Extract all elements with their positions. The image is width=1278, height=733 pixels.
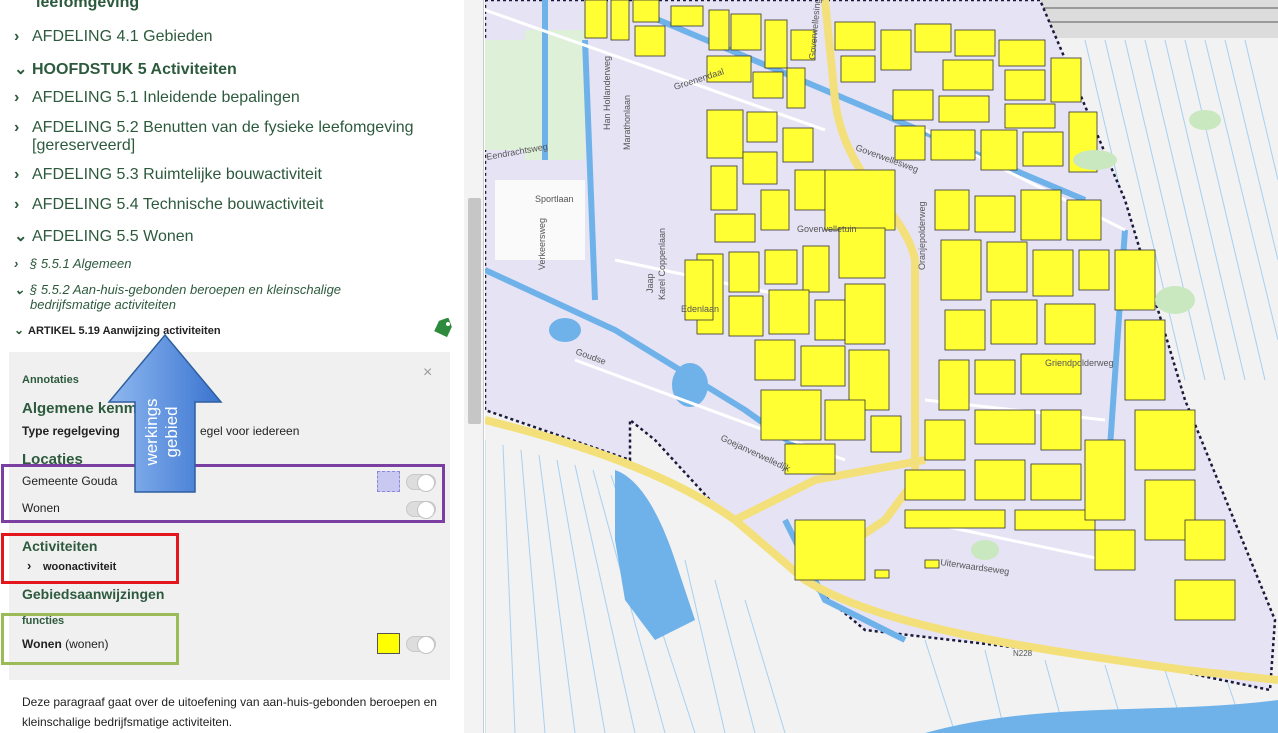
tree-item-label-cont: bedrijfsmatige activiteiten [30,297,176,312]
regulation-panel: leefomgeving › AFDELING 4.1 Gebieden ⌄ HOO… [0,0,484,733]
map-label: Han Hollanderweg [602,56,612,130]
map-label: N228 [1013,649,1033,658]
functions-highlight [1,613,179,665]
close-icon[interactable]: × [423,364,432,382]
tree-item-afdeling-5-4[interactable]: › AFDELING 5.4 Technische bouwactiviteit [14,196,323,214]
app: leefomgeving › AFDELING 4.1 Gebieden ⌄ HOO… [0,0,1278,733]
tree-item-afdeling-5-1[interactable]: › AFDELING 5.1 Inleidende bepalingen [14,89,300,107]
map-label: Griendpolderweg [1045,358,1114,368]
chevron-down-icon: ⌄ [14,282,25,297]
tree-item-afdeling-4-1[interactable]: › AFDELING 4.1 Gebieden [14,28,213,46]
paragraph-line: Deze paragraaf gaat over de uitoefening … [22,695,437,709]
annotations-title: Annotaties [22,374,79,386]
map-label: Goverwelletuin [797,224,857,234]
chevron-down-icon: ⌄ [14,61,28,78]
map-label: Jaap [645,273,655,293]
scrollbar-thumb[interactable] [468,198,481,424]
tree-item-label-cont: [gereserveerd] [32,137,136,154]
tree-item-leefomgeving[interactable]: leefomgeving [14,0,139,12]
tree-item-label: AFDELING 5.5 Wonen [32,228,194,245]
tree-item-label: AFDELING 5.3 Ruimtelijke bouwactiviteit [32,166,322,183]
map-label: Sportlaan [535,194,574,204]
function-toggle[interactable] [406,636,436,654]
activities-highlight [1,533,179,584]
tree-item-label: leefomgeving [36,0,140,11]
chevron-right-icon: › [14,196,20,213]
paragraph-line: kleinschalige bedrijfsmatige activiteite… [22,715,233,729]
map-label: Edenlaan [681,304,719,314]
tree-item-label: AFDELING 5.4 Technische bouwactiviteit [32,196,324,213]
map-label: Karel Coppenlaan [657,228,667,300]
tree-item-afdeling-5-5[interactable]: ⌄ AFDELING 5.5 Wonen [14,226,194,246]
chevron-right-icon: › [14,119,20,136]
chevron-down-icon: ⌄ [14,323,25,337]
map-label: Verkeersweg [537,218,547,270]
tree-item-afdeling-5-2[interactable]: › AFDELING 5.2 Benutten van de fysieke le… [14,119,414,155]
map-label: Oranjepolderweg [917,201,927,270]
tree-item-label: HOOFDSTUK 5 Activiteiten [32,61,237,78]
chevron-right-icon: › [14,256,19,271]
chevron-right-icon: › [14,89,20,106]
chevron-right-icon: › [14,28,20,45]
chevron-down-icon: ⌄ [14,228,28,245]
tree-item-hoofdstuk-5[interactable]: ⌄ HOOFDSTUK 5 Activiteiten [14,59,237,79]
tree-item-afdeling-5-3[interactable]: › AFDELING 5.3 Ruimtelijke bouwactiviteit [14,166,322,184]
tree-item-label: AFDELING 4.1 Gebieden [32,28,213,45]
map-label: Marathonlaan [622,95,632,150]
tree-item-paragraaf-5-5-2[interactable]: ⌄ § 5.5.2 Aan-huis-gebonden beroepen en k… [14,282,341,312]
areas-heading: Gebiedsaanwijzingen [22,586,165,602]
map-canvas[interactable]: Eendrachtsweg Sportlaan Han Hollanderweg… [485,0,1278,733]
tree-item-paragraaf-5-5-1[interactable]: › § 5.5.1 Algemeen [14,256,131,271]
callout-text-line1: werkings [142,398,161,466]
tree-item-label: § 5.5.2 Aan-huis-gebonden beroepen en kl… [30,282,342,297]
tree-item-label: § 5.5.1 Algemeen [30,256,132,271]
map-viewer[interactable]: Eendrachtsweg Sportlaan Han Hollanderweg… [485,0,1278,733]
tree-item-label: AFDELING 5.2 Benutten van de fysieke lee… [32,119,414,136]
tag-icon[interactable] [432,318,454,338]
chevron-right-icon: › [14,166,20,183]
paragraph-text: Deze paragraaf gaat over de uitoefening … [22,692,462,732]
callout-text-line2: gebied [162,406,181,457]
tree-item-label: AFDELING 5.1 Inleidende bepalingen [32,89,300,106]
function-swatch [377,633,400,654]
up-arrow-callout: werkings gebied [107,333,223,493]
